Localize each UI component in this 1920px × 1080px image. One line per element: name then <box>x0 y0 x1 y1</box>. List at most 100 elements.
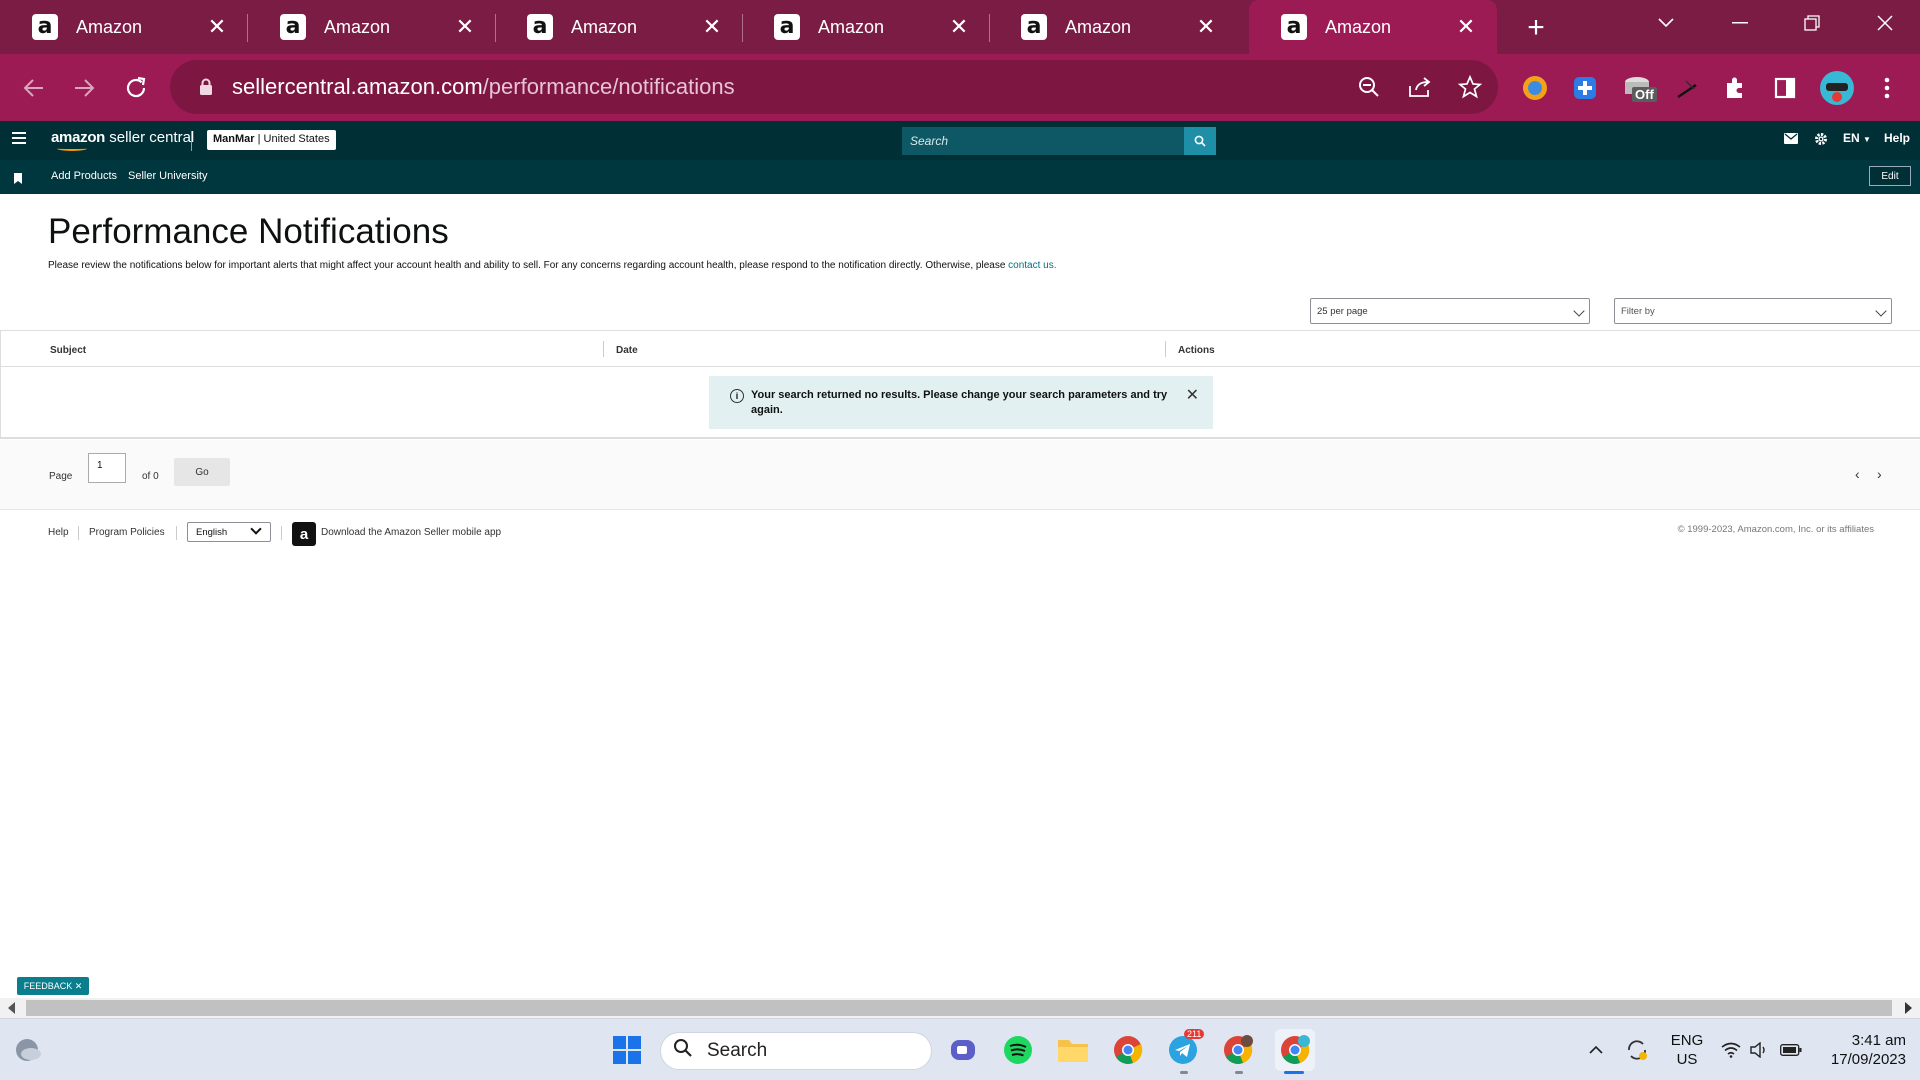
show-hidden-icons-chevron-icon[interactable] <box>1581 1032 1611 1068</box>
go-button[interactable]: Go <box>174 458 230 486</box>
address-bar[interactable]: sellercentral.amazon.com/performance/not… <box>170 60 1498 114</box>
chevron-down-icon <box>250 523 262 535</box>
amazon-favicon-icon: a <box>1021 14 1047 40</box>
store-switcher[interactable]: ManMar | United States <box>207 130 336 150</box>
pagination-bar: Page 1 of 0 Go ‹ › <box>0 440 1920 510</box>
telegram-unread-badge: 211 <box>1184 1029 1205 1039</box>
previous-page-icon[interactable]: ‹ <box>1855 466 1860 482</box>
tab-title: Amazon <box>571 16 638 37</box>
new-tab-button[interactable]: + <box>1516 8 1556 48</box>
browser-tab[interactable]: a Amazon ✕ <box>0 0 248 54</box>
close-tab-icon[interactable]: ✕ <box>202 12 232 42</box>
bookmark-icon[interactable] <box>14 171 22 189</box>
minimize-window-button[interactable] <box>1710 0 1770 46</box>
footer-program-policies-link[interactable]: Program Policies <box>89 527 165 538</box>
page-number-input[interactable]: 1 <box>88 453 126 483</box>
browser-tab[interactable]: a Amazon ✕ <box>495 0 743 54</box>
page-label: Page <box>49 471 73 482</box>
close-tab-icon[interactable]: ✕ <box>1191 12 1221 42</box>
next-page-icon[interactable]: › <box>1877 466 1882 482</box>
help-link[interactable]: Help <box>1884 131 1910 145</box>
clock[interactable]: 3:41 am 17/09/2023 <box>1816 1031 1906 1069</box>
language-menu[interactable]: EN ▼ <box>1843 131 1871 145</box>
page-footer: Help Program Policies English a Download… <box>0 512 1920 552</box>
share-icon[interactable] <box>1405 72 1435 102</box>
extension-off-icon[interactable]: Off <box>1620 71 1660 105</box>
close-window-button[interactable] <box>1855 0 1915 46</box>
sync-icon[interactable] <box>1620 1032 1654 1068</box>
mail-icon[interactable] <box>1784 133 1798 147</box>
column-header-date[interactable]: Date <box>616 345 638 356</box>
footer-mobile-app-link[interactable]: Download the Amazon Seller mobile app <box>321 527 501 538</box>
close-alert-icon[interactable]: ✕ <box>1186 385 1199 405</box>
feedback-button[interactable]: FEEDBACK ✕ <box>17 977 89 995</box>
windows-taskbar: Search 211 ENG US 3:41 am 17/09/2023 <box>0 1018 1920 1080</box>
close-tab-icon[interactable]: ✕ <box>450 12 480 42</box>
browser-tab[interactable]: a Amazon ✕ <box>742 0 990 54</box>
extension-off-badge: Off <box>1632 87 1657 102</box>
windows-start-icon[interactable] <box>609 1032 645 1068</box>
taskbar-search-input[interactable]: Search <box>660 1032 932 1070</box>
close-tab-icon[interactable]: ✕ <box>697 12 727 42</box>
nav-link-add-products[interactable]: Add Products <box>51 170 117 182</box>
footer-help-link[interactable]: Help <box>48 527 69 538</box>
spotify-icon[interactable] <box>1000 1032 1036 1068</box>
seller-central-logo[interactable]: amazon seller central <box>51 129 194 151</box>
horizontal-scrollbar[interactable] <box>0 998 1920 1018</box>
browser-tab-active[interactable]: a Amazon ✕ <box>1249 0 1497 54</box>
tab-search-chevron-icon[interactable] <box>1636 0 1696 46</box>
nav-link-seller-university[interactable]: Seller University <box>128 170 207 182</box>
seller-search-input[interactable]: Search <box>902 127 1184 155</box>
chrome-icon[interactable] <box>1110 1032 1146 1068</box>
teams-chat-icon[interactable] <box>945 1032 981 1068</box>
tab-title: Amazon <box>1065 16 1132 37</box>
chrome-profile-icon[interactable] <box>1220 1032 1256 1068</box>
edit-bookmarks-button[interactable]: Edit <box>1869 166 1911 186</box>
side-panel-icon[interactable] <box>1768 71 1802 105</box>
hamburger-menu-icon[interactable] <box>12 132 26 146</box>
contact-us-link[interactable]: contact us. <box>1008 260 1056 271</box>
extension-pen-icon[interactable] <box>1670 71 1704 105</box>
chrome-active-icon[interactable] <box>1275 1029 1315 1071</box>
amazon-app-logo-icon: a <box>292 522 316 546</box>
weather-widget-icon[interactable] <box>10 1032 46 1068</box>
extensions-puzzle-icon[interactable] <box>1718 71 1752 105</box>
filter-by-select[interactable]: Filter by <box>1614 298 1892 324</box>
search-icon <box>1194 135 1206 147</box>
search-button[interactable] <box>1184 127 1216 155</box>
volume-icon[interactable] <box>1745 1032 1775 1068</box>
amazon-favicon-icon: a <box>527 14 553 40</box>
extension-colorful-icon[interactable] <box>1518 71 1552 105</box>
zoom-icon[interactable] <box>1354 72 1384 102</box>
page-title: Performance Notifications <box>48 212 449 251</box>
bookmark-nav-bar: Add Products Seller University Edit <box>0 160 1920 194</box>
telegram-icon[interactable]: 211 <box>1165 1029 1205 1068</box>
bookmark-star-icon[interactable] <box>1455 72 1485 102</box>
lock-icon[interactable] <box>192 78 220 96</box>
battery-icon[interactable] <box>1775 1032 1807 1068</box>
reload-button[interactable] <box>114 66 158 110</box>
amazon-favicon-icon: a <box>32 14 58 40</box>
seller-central-header: amazon seller central ManMar | United St… <box>0 121 1920 160</box>
amazon-favicon-icon: a <box>1281 14 1307 40</box>
restore-window-button[interactable] <box>1782 0 1842 46</box>
profile-avatar[interactable] <box>1818 69 1856 107</box>
file-explorer-icon[interactable] <box>1055 1032 1091 1068</box>
chevron-down-icon <box>1573 305 1585 317</box>
close-tab-icon[interactable]: ✕ <box>1451 12 1481 42</box>
browser-tab[interactable]: a Amazon ✕ <box>248 0 496 54</box>
footer-language-select[interactable]: English <box>187 522 271 542</box>
back-button[interactable] <box>12 66 56 110</box>
chevron-down-icon <box>1875 305 1887 317</box>
input-language-indicator[interactable]: ENG US <box>1664 1031 1710 1069</box>
settings-gear-icon[interactable] <box>1814 132 1828 149</box>
wifi-icon[interactable] <box>1716 1032 1746 1068</box>
per-page-select[interactable]: 25 per page <box>1310 298 1590 324</box>
column-header-subject[interactable]: Subject <box>50 345 86 356</box>
browser-tab[interactable]: a Amazon ✕ <box>989 0 1237 54</box>
close-tab-icon[interactable]: ✕ <box>944 12 974 42</box>
browser-menu-icon[interactable] <box>1870 71 1904 105</box>
forward-button[interactable] <box>62 66 106 110</box>
scrollbar-thumb[interactable] <box>26 1000 1892 1016</box>
extension-puzzle-blue-icon[interactable] <box>1568 71 1602 105</box>
